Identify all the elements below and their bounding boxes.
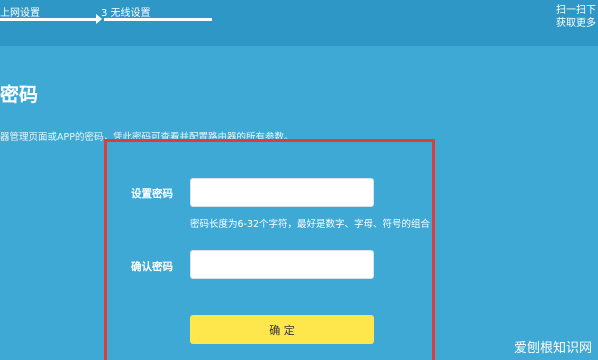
progress-arrow-icon — [96, 14, 102, 24]
step-network-settings: 上网设置 — [0, 8, 40, 19]
scan-qr-prompt[interactable]: 扫一扫下 获取更多 — [556, 4, 596, 30]
set-password-input[interactable] — [190, 178, 374, 207]
confirm-button[interactable]: 确 定 — [190, 315, 374, 344]
page-title: 密码 — [0, 84, 39, 106]
progress-line-completed — [0, 18, 96, 21]
step-wireless-settings: 3 无线设置 — [101, 8, 151, 19]
progress-line-current — [104, 18, 212, 21]
set-password-label: 设置密码 — [131, 188, 173, 200]
confirm-password-label: 确认密码 — [131, 261, 173, 273]
scan-line-2: 获取更多 — [556, 18, 596, 29]
scan-line-1: 扫一扫下 — [556, 5, 596, 16]
watermark: 爱刨根知识网 — [513, 341, 592, 356]
top-bar: 上网设置 3 无线设置 扫一扫下 获取更多 — [0, 0, 598, 46]
confirm-password-input[interactable] — [190, 250, 374, 279]
password-hint: 密码长度为6-32个字符，最好是数字、字母、符号的组合 — [190, 219, 431, 230]
